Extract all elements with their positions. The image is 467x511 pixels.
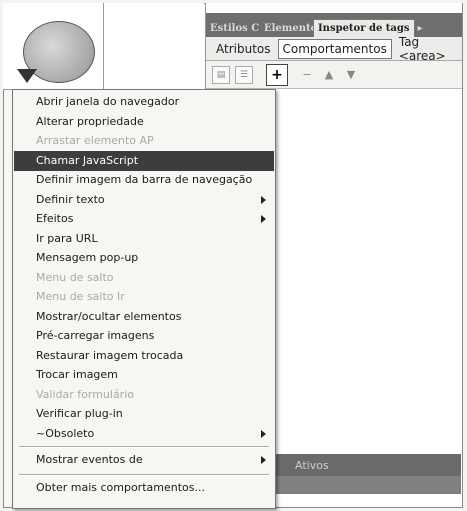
menu-item-label: Restaurar imagem trocada <box>36 348 184 362</box>
menu-item[interactable]: Ir para URL <box>14 229 274 249</box>
menu-item-label: Menu de salto Ir <box>36 290 125 303</box>
menu-item-label: Arrastar elemento AP <box>36 134 154 147</box>
submenu-arrow-icon <box>261 429 266 438</box>
behaviors-toolbar: ▤ ☰ + − ▲ ▼ <box>206 61 462 89</box>
menu-item[interactable]: Restaurar imagem trocada <box>14 346 274 366</box>
document-area <box>104 3 204 90</box>
menu-item-label: Trocar imagem <box>36 368 118 381</box>
menu-item-label: Ir para URL <box>36 231 98 245</box>
menu-item-label: Alterar propriedade <box>36 114 144 128</box>
subtab-behaviors[interactable]: Comportamentos <box>277 38 392 59</box>
menu-item-label: Abrir janela do navegador <box>36 95 180 108</box>
menu-item: Validar formulário <box>14 385 274 405</box>
menu-item: Menu de salto Ir <box>14 287 274 307</box>
submenu-arrow-icon <box>261 456 266 464</box>
menu-item[interactable]: Mensagem pop-up <box>14 248 274 268</box>
menu-item[interactable]: Mostrar/ocultar elementos <box>14 307 274 327</box>
menu-item-get-more-behaviors[interactable]: Obter mais comportamentos... <box>14 478 274 498</box>
menu-item[interactable]: Pré-carregar imagens <box>14 326 274 346</box>
menu-item[interactable]: Definir texto <box>14 190 274 210</box>
menu-item[interactable]: Abrir janela do navegador <box>14 92 274 112</box>
menu-item[interactable]: Verificar plug-in <box>14 404 274 424</box>
tab-ap-elements[interactable]: Elementos AP <box>260 20 313 37</box>
menu-item[interactable]: Trocar imagem <box>14 365 274 385</box>
assets-tab[interactable]: Ativos <box>295 459 329 472</box>
menu-item-label: Validar formulário <box>36 387 134 401</box>
menu-separator <box>19 446 269 448</box>
tab-css-styles[interactable]: Estilos CSS <box>206 20 260 37</box>
menu-item-label: Definir texto <box>36 192 105 206</box>
inspector-subtabs: Atributos Comportamentos Tag <area> <box>206 35 462 63</box>
menu-item-label: Mostrar/ocultar elementos <box>36 309 182 323</box>
show-all-events-icon[interactable]: ☰ <box>235 65 253 84</box>
remove-behavior-icon[interactable]: − <box>299 68 315 81</box>
menu-item-label: Chamar JavaScript <box>36 153 139 167</box>
tag-label: Tag <area> <box>398 34 446 63</box>
menu-item-label: Mensagem pop-up <box>36 251 139 264</box>
menu-item-label: Verificar plug-in <box>36 407 123 420</box>
menu-item-show-events[interactable]: Mostrar eventos de <box>14 450 274 470</box>
menu-item-label: Pré-carregar imagens <box>36 329 155 342</box>
move-up-icon[interactable]: ▲ <box>321 68 337 81</box>
menu-item-label: ~Obsoleto <box>36 426 95 440</box>
menu-item: Menu de salto <box>14 268 274 288</box>
submenu-arrow-icon <box>261 215 266 223</box>
menu-item-label: Mostrar eventos de <box>36 453 143 466</box>
menu-item-label: Definir imagem da barra de navegação <box>36 173 253 186</box>
menu-item: Arrastar elemento AP <box>14 131 274 151</box>
menu-item[interactable]: Alterar propriedade <box>14 112 274 132</box>
move-down-icon[interactable]: ▼ <box>343 68 359 81</box>
menu-item[interactable]: ~Obsoleto <box>14 424 274 444</box>
behaviors-context-menu: Mostrar eventos de Obter mais comportame… <box>12 89 276 509</box>
menu-separator <box>19 474 269 476</box>
submenu-arrow-icon <box>261 195 266 204</box>
menu-item[interactable]: Chamar JavaScript <box>14 150 274 171</box>
subtab-attributes[interactable]: Atributos <box>212 40 275 58</box>
document-thumbnail <box>3 3 104 90</box>
add-behavior-button[interactable]: + <box>266 63 288 86</box>
show-set-events-icon[interactable]: ▤ <box>212 65 230 84</box>
menu-item-label: Menu de salto <box>36 270 114 284</box>
menu-item-label: Efeitos <box>36 212 74 225</box>
menu-item[interactable]: Definir imagem da barra de navegação <box>14 170 274 190</box>
callout-pointer <box>17 69 37 83</box>
menu-item-label: Obter mais comportamentos... <box>36 481 205 494</box>
menu-item[interactable]: Efeitos <box>14 209 274 229</box>
